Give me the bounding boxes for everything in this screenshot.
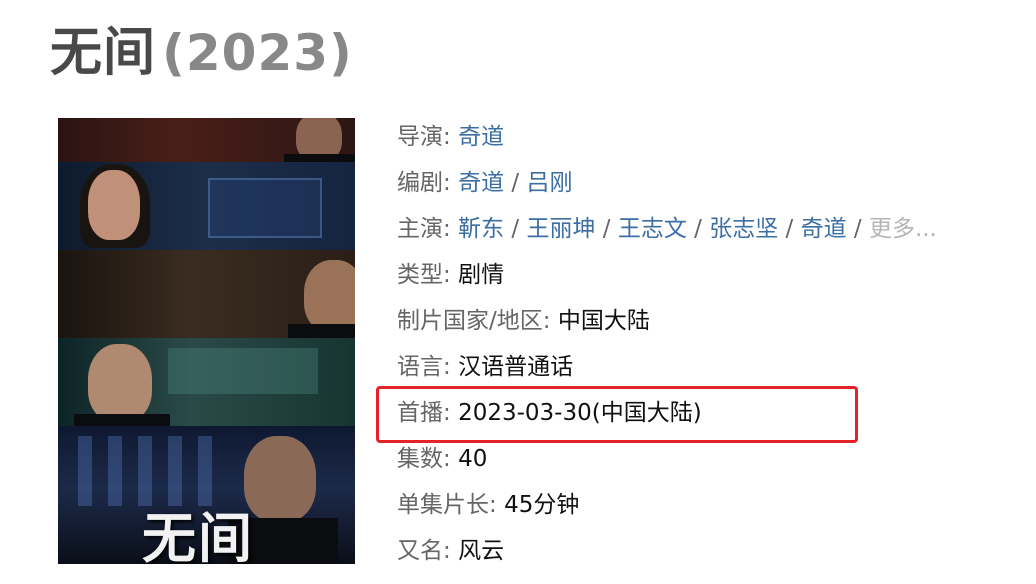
cast-link[interactable]: 张志坚	[709, 216, 778, 242]
poster-panel-4	[58, 338, 355, 426]
label-director: 导演	[397, 124, 443, 150]
cast-link[interactable]: 奇道	[801, 216, 847, 242]
label-language: 语言	[397, 354, 443, 380]
premiere-highlight-box	[376, 386, 858, 443]
info-list: 导演: 奇道 编剧: 奇道 / 吕刚 主演: 靳东 / 王丽坤 / 王志文 / …	[397, 114, 937, 574]
poster-panel-1	[58, 118, 355, 162]
writer-link[interactable]: 吕刚	[526, 170, 572, 196]
colon: :	[443, 216, 459, 242]
poster-suit	[74, 414, 170, 426]
info-row-runtime: 单集片长: 45分钟	[397, 482, 937, 528]
separator: /	[504, 216, 527, 242]
cast-more-link[interactable]: 更多...	[869, 216, 937, 242]
label-cast: 主演	[397, 216, 443, 242]
episodes-value: 40	[458, 446, 488, 472]
poster-face	[88, 344, 152, 422]
poster-face	[88, 170, 140, 240]
language-value: 汉语普通话	[458, 354, 574, 380]
info-row-writer: 编剧: 奇道 / 吕刚	[397, 160, 937, 206]
cast-link[interactable]: 靳东	[458, 216, 504, 242]
colon: :	[443, 262, 459, 288]
info-row-genre: 类型: 剧情	[397, 252, 937, 298]
info-row-aka: 又名: 风云	[397, 528, 937, 574]
writer-link[interactable]: 奇道	[458, 170, 504, 196]
poster-suit	[284, 154, 355, 162]
info-row-language: 语言: 汉语普通话	[397, 344, 937, 390]
poster-panel-3	[58, 250, 355, 338]
poster-face	[304, 260, 355, 332]
info-row-director: 导演: 奇道	[397, 114, 937, 160]
poster-suit	[288, 324, 355, 338]
separator: /	[686, 216, 710, 242]
colon: :	[443, 354, 459, 380]
director-link[interactable]: 奇道	[458, 124, 504, 150]
colon: :	[443, 446, 459, 472]
poster-face	[244, 436, 316, 522]
colon: :	[443, 170, 459, 196]
label-aka: 又名	[397, 538, 443, 564]
separator: /	[778, 216, 801, 242]
movie-page: 无间 (2023) 无间 导演: 奇道 编剧: 奇道 / 吕刚 主演: 靳东 /…	[0, 0, 1036, 584]
info-row-cast: 主演: 靳东 / 王丽坤 / 王志文 / 张志坚 / 奇道 / 更多...	[397, 206, 937, 252]
label-runtime: 单集片长	[397, 492, 489, 518]
poster-image[interactable]: 无间	[58, 118, 355, 564]
label-writer: 编剧	[397, 170, 443, 196]
poster-title-logo: 无间	[142, 506, 254, 564]
page-title: 无间 (2023)	[50, 10, 353, 85]
genre-value: 剧情	[458, 262, 505, 288]
separator: /	[504, 170, 527, 196]
separator: /	[846, 216, 869, 242]
colon: :	[443, 124, 459, 150]
poster-panel-2	[58, 162, 355, 250]
title-year: (2023)	[162, 24, 353, 82]
label-country: 制片国家/地区	[397, 308, 543, 334]
colon: :	[489, 492, 505, 518]
runtime-value: 45分钟	[504, 492, 580, 518]
colon: :	[443, 538, 459, 564]
title-name: 无间	[50, 23, 157, 83]
aka-value: 风云	[458, 538, 505, 564]
cast-link[interactable]: 王丽坤	[526, 216, 595, 242]
cast-link[interactable]: 王志文	[618, 216, 687, 242]
colon: :	[542, 308, 558, 334]
info-row-country: 制片国家/地区: 中国大陆	[397, 298, 937, 344]
label-genre: 类型	[397, 262, 443, 288]
label-episodes: 集数	[397, 446, 443, 472]
country-value: 中国大陆	[557, 308, 650, 334]
separator: /	[595, 216, 618, 242]
